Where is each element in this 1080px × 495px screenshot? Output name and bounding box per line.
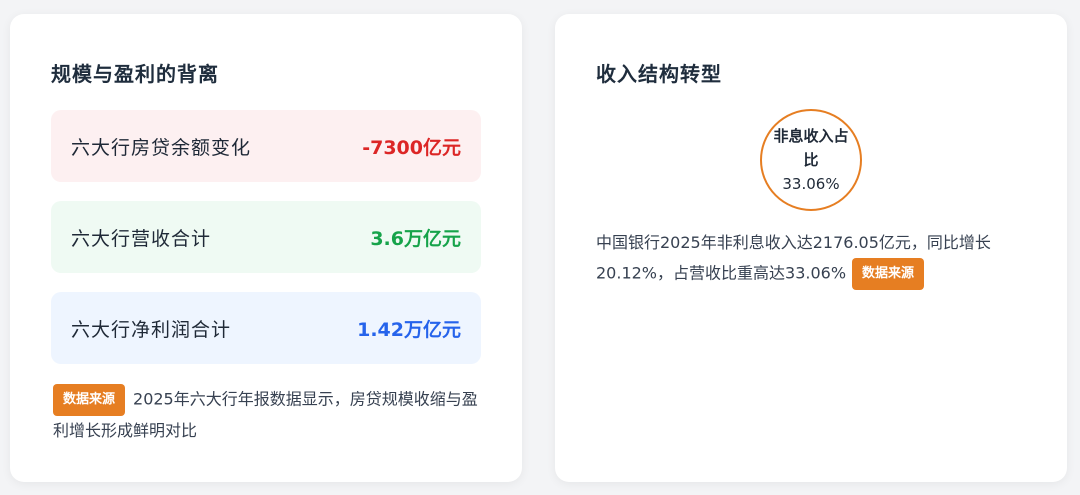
ring-value: 33.06% [782, 175, 840, 193]
metric-mortgage-change: 六大行房贷余额变化 -7300亿元 [51, 110, 481, 182]
metric-net-profit-total: 六大行净利润合计 1.42万亿元 [51, 292, 481, 364]
metric-value: 3.6万亿元 [370, 227, 461, 250]
card-title: 规模与盈利的背离 [51, 62, 219, 86]
source-tag-button[interactable]: 数据来源 [852, 258, 925, 290]
card-title: 收入结构转型 [596, 62, 722, 86]
note-text: 中国银行2025年非利息收入达2176.05亿元，同比增长20.12%，占营收比… [596, 233, 991, 283]
metric-label: 六大行净利润合计 [71, 318, 232, 341]
metric-value: 1.42万亿元 [357, 318, 461, 341]
metric-revenue-total: 六大行营收合计 3.6万亿元 [51, 201, 481, 273]
income-structure-card: 收入结构转型 非息收入占比 33.06% 中国银行2025年非利息收入达2176… [555, 14, 1067, 482]
metric-value: -7300亿元 [362, 136, 461, 159]
source-tag-button[interactable]: 数据来源 [53, 384, 126, 416]
non-interest-ratio-ring: 非息收入占比 33.06% [760, 109, 862, 211]
source-note: 数据来源 2025年六大行年报数据显示，房贷规模收缩与盈利增长形成鲜明对比 [53, 384, 493, 446]
ring-label: 非息收入占比 [773, 127, 849, 169]
scale-profit-card: 规模与盈利的背离 六大行房贷余额变化 -7300亿元 六大行营收合计 3.6万亿… [10, 14, 522, 482]
metric-label: 六大行房贷余额变化 [71, 136, 252, 159]
metric-label: 六大行营收合计 [71, 227, 212, 250]
source-note: 中国银行2025年非利息收入达2176.05亿元，同比增长20.12%，占营收比… [596, 228, 1036, 290]
